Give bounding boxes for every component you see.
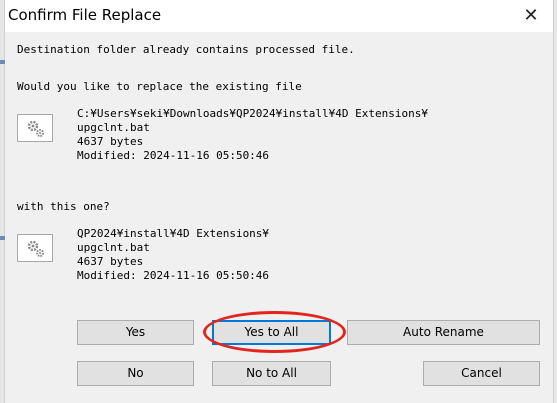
existing-file-path: C:¥Users¥seki¥Downloads¥QP2024¥install¥4… bbox=[77, 107, 428, 120]
close-icon[interactable]: ✕ bbox=[517, 3, 545, 29]
no-button-label: No bbox=[127, 366, 144, 380]
cancel-button-label: Cancel bbox=[461, 366, 502, 380]
auto-rename-button[interactable]: Auto Rename bbox=[347, 320, 540, 345]
edge-marker bbox=[0, 60, 5, 64]
new-file-name: upgclnt.bat bbox=[77, 241, 150, 254]
no-to-all-button[interactable]: No to All bbox=[212, 361, 331, 386]
new-file-path: QP2024¥install¥4D Extensions¥ bbox=[77, 227, 270, 240]
new-file-modified: Modified: 2024-11-16 05:50:46 bbox=[77, 269, 270, 282]
existing-file-name: upgclnt.bat bbox=[77, 121, 150, 134]
cancel-button[interactable]: Cancel bbox=[423, 361, 540, 386]
message-line-3: with this one? bbox=[17, 200, 110, 213]
message-line-2: Would you like to replace the existing f… bbox=[17, 80, 302, 93]
existing-file-modified: Modified: 2024-11-16 05:50:46 bbox=[77, 149, 270, 162]
no-button[interactable]: No bbox=[77, 361, 194, 386]
edge-marker bbox=[0, 236, 5, 240]
title-bar[interactable]: Confirm File Replace ✕ bbox=[5, 0, 553, 32]
yes-button-label: Yes bbox=[125, 325, 146, 339]
dialog-title: Confirm File Replace bbox=[8, 6, 162, 24]
settings-file-icon bbox=[17, 114, 53, 142]
yes-to-all-button[interactable]: Yes to All bbox=[212, 320, 331, 345]
message-line-1: Destination folder already contains proc… bbox=[17, 43, 355, 56]
auto-rename-button-label: Auto Rename bbox=[403, 325, 484, 339]
new-file-size: 4637 bytes bbox=[77, 255, 144, 268]
existing-file-size: 4637 bytes bbox=[77, 135, 144, 148]
no-to-all-button-label: No to All bbox=[246, 366, 297, 380]
window-right-edge bbox=[553, 0, 557, 403]
settings-file-icon bbox=[17, 234, 53, 262]
yes-to-all-button-label: Yes to All bbox=[244, 325, 299, 339]
window-left-edge bbox=[0, 0, 5, 403]
yes-button[interactable]: Yes bbox=[77, 320, 194, 345]
